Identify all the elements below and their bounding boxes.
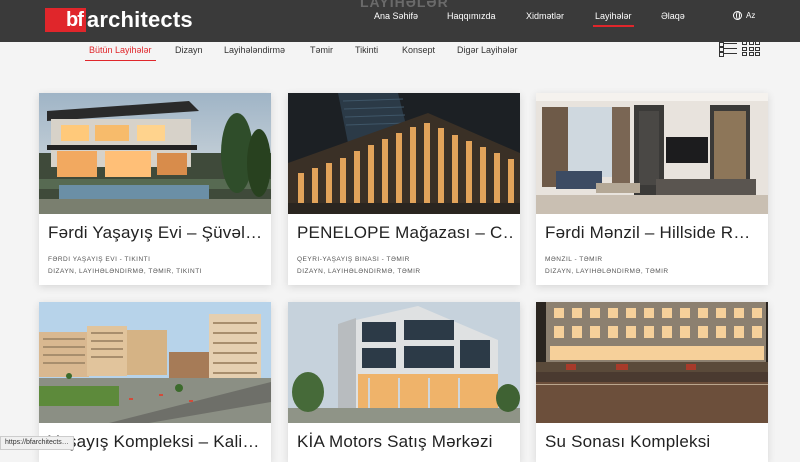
project-category: Mənzil - Təmir xyxy=(545,256,603,263)
nav-home[interactable]: Ana Səhifə xyxy=(374,11,418,21)
nav-contact[interactable]: Əlaqə xyxy=(661,11,685,21)
ghost-heading: LAYIHƏLƏR xyxy=(360,0,449,10)
project-title[interactable]: PENELOPE Mağazası – C… xyxy=(297,223,513,243)
project-tags: Dizayn, Layihələndirmə, Təmir xyxy=(297,268,421,275)
filter-all[interactable]: Bütün Layihələr xyxy=(89,45,152,55)
project-image[interactable] xyxy=(288,93,520,214)
language-label: Az xyxy=(746,11,755,20)
view-toggle xyxy=(719,41,760,57)
project-tags: Dizayn, Layihələndirmə, Təmir xyxy=(545,268,669,275)
filter-repair[interactable]: Təmir xyxy=(310,45,333,55)
filter-other[interactable]: Digər Layihələr xyxy=(457,45,518,55)
project-card[interactable]: Fərdi Mənzil – Hillside R… Mənzil - Təmi… xyxy=(536,93,768,285)
top-navbar: bf architects LAYIHƏLƏR Ana Səhifə Haqqı… xyxy=(0,0,800,42)
project-title[interactable]: Su Sonası Kompleksi xyxy=(545,432,761,452)
project-image[interactable] xyxy=(39,93,271,214)
project-card[interactable]: Su Sonası Kompleksi xyxy=(536,302,768,462)
project-filters: Bütün Layihələr Dizayn Layihələndirmə Tə… xyxy=(0,42,800,72)
filter-design[interactable]: Dizayn xyxy=(175,45,203,55)
project-card[interactable]: Fərdi Yaşayış Evi – Şüvəl… Fərdi yaşayış… xyxy=(39,93,271,285)
project-image[interactable] xyxy=(536,93,768,214)
project-title[interactable]: Fərdi Mənzil – Hillside R… xyxy=(545,223,761,243)
filter-concept[interactable]: Konsept xyxy=(402,45,435,55)
filter-construction[interactable]: Tikinti xyxy=(355,45,378,55)
nav-services[interactable]: Xidmətlər xyxy=(526,11,564,21)
filter-planning[interactable]: Layihələndirmə xyxy=(224,45,285,55)
list-view-icon[interactable] xyxy=(719,41,737,56)
project-category: Fərdi yaşayış evi - Tikinti xyxy=(48,256,150,263)
nav-projects[interactable]: Layihələr xyxy=(595,11,632,21)
project-image[interactable] xyxy=(39,302,271,423)
language-switcher[interactable]: Az xyxy=(733,11,755,20)
project-title[interactable]: Yaşayış Kompleksi – Kali… xyxy=(48,432,264,452)
project-tags: Dizayn, Layihələndirmə, Təmir, Tikinti xyxy=(48,268,202,275)
project-category: Qeyri-yaşayış binası - Təmir xyxy=(297,256,410,263)
project-card[interactable]: PENELOPE Mağazası – C… Qeyri-yaşayış bin… xyxy=(288,93,520,285)
globe-icon xyxy=(733,11,742,20)
grid-view-icon[interactable] xyxy=(742,41,760,57)
logo-mark: bf xyxy=(45,8,86,32)
project-image[interactable] xyxy=(536,302,768,423)
logo-text: architects xyxy=(87,8,193,32)
project-title[interactable]: KİA Motors Satış Mərkəzi xyxy=(297,432,513,452)
logo[interactable]: bf architects xyxy=(45,8,193,32)
nav-about[interactable]: Haqqımızda xyxy=(447,11,496,21)
project-card[interactable]: KİA Motors Satış Mərkəzi xyxy=(288,302,520,462)
project-image[interactable] xyxy=(288,302,520,423)
status-url: https://bfarchitects… xyxy=(0,436,74,450)
project-title[interactable]: Fərdi Yaşayış Evi – Şüvəl… xyxy=(48,223,264,243)
